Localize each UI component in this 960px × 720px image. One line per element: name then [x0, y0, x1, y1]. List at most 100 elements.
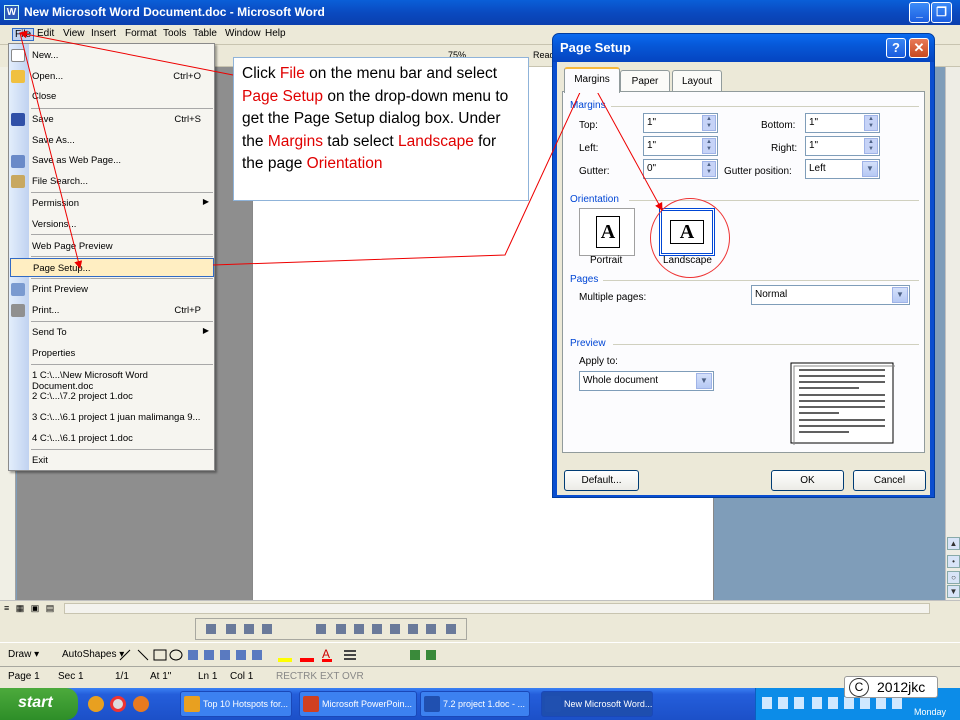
tab-layout[interactable]: Layout — [672, 70, 722, 92]
menu-table[interactable]: Table — [193, 28, 217, 39]
page-preview-icon — [790, 362, 895, 445]
apply-to-select[interactable]: Whole document ▼ — [579, 371, 714, 391]
menu-edit[interactable]: Edit — [37, 28, 54, 39]
maximize-button[interactable]: ❐ — [931, 2, 952, 23]
file-new-label: New... — [32, 50, 59, 61]
spin-arrows-icon[interactable]: ▲ ▼ — [702, 161, 716, 177]
gutter-input[interactable]: 0" ▲ ▼ — [643, 159, 718, 179]
prev-page-icon[interactable]: • — [947, 555, 960, 568]
status-rec[interactable]: REC — [276, 671, 297, 682]
file-exit-label: Exit — [32, 455, 48, 466]
save-disk-icon — [11, 113, 25, 126]
status-trk[interactable]: TRK — [297, 671, 317, 682]
autoshapes-menu[interactable]: AutoShapes ▾ — [62, 649, 124, 660]
file-send-to[interactable]: Send To ▶ — [31, 323, 211, 342]
file-close[interactable]: Close — [31, 87, 211, 106]
right-margin-input[interactable]: 1" ▲ ▼ — [805, 136, 880, 156]
hscroll-track[interactable] — [64, 603, 930, 614]
file-web-preview-label: Web Page Preview — [32, 241, 113, 252]
file-search[interactable]: File Search... — [31, 172, 211, 191]
vertical-scrollbar[interactable]: ▲ • ○ ▼ — [945, 67, 960, 600]
clock-day: Monday — [914, 707, 947, 717]
spin-arrows-icon[interactable]: ▲ ▼ — [864, 115, 878, 131]
gutter-position-select[interactable]: Left ▼ — [805, 159, 880, 179]
menu-file[interactable]: File — [12, 28, 35, 41]
menu-insert[interactable]: Insert — [91, 28, 116, 39]
file-recent-4[interactable]: 4 C:\...\6.1 project 1.doc — [31, 429, 211, 448]
left-margin-input[interactable]: 1" ▲ ▼ — [643, 136, 718, 156]
group-divider — [613, 344, 919, 345]
file-recent-1[interactable]: 1 C:\...\New Microsoft Word Document.doc — [31, 366, 211, 392]
task-firefox[interactable]: Top 10 Hotspots for... — [180, 691, 292, 717]
browse-object-icon[interactable]: ○ — [947, 571, 960, 584]
task-word-new[interactable]: New Microsoft Word... — [541, 691, 653, 717]
draw-menu[interactable]: Draw ▾ — [8, 649, 39, 660]
tab-margins[interactable]: Margins — [564, 67, 620, 93]
callout-highlight-orientation: Orientation — [306, 155, 383, 172]
scroll-up-icon[interactable]: ▲ — [947, 537, 960, 550]
file-save[interactable]: Save Ctrl+S — [31, 110, 211, 129]
file-permission[interactable]: Permission ▶ — [31, 194, 211, 213]
picture-tools-icon[interactable] — [196, 619, 466, 639]
menu-window[interactable]: Window — [225, 28, 261, 39]
file-page-setup[interactable]: Page Setup... — [10, 258, 214, 277]
file-properties-label: Properties — [32, 348, 76, 359]
view-buttons-icon[interactable]: ≡ ▦ ▣ ▤ — [4, 603, 56, 614]
spin-arrows-icon[interactable]: ▲ ▼ — [702, 115, 716, 131]
file-print-preview[interactable]: Print Preview — [31, 280, 211, 299]
portrait-option[interactable]: A — [579, 208, 635, 256]
file-open[interactable]: Open... Ctrl+O — [31, 67, 211, 86]
menu-tools[interactable]: Tools — [163, 28, 186, 39]
menu-separator — [31, 278, 213, 279]
chevron-down-icon[interactable]: ▼ — [696, 373, 712, 389]
file-recent-3[interactable]: 3 C:\...\6.1 project 1 juan malimanga 9.… — [31, 408, 211, 427]
menu-view[interactable]: View — [63, 28, 85, 39]
gutter-position-label: Gutter position: — [724, 166, 792, 177]
task-word-project[interactable]: 7.2 project 1.doc - ... — [420, 691, 530, 717]
tab-paper[interactable]: Paper — [620, 70, 670, 92]
firefox-icon[interactable] — [88, 696, 104, 712]
file-recent-label: 4 C:\...\6.1 project 1.doc — [32, 433, 133, 444]
multiple-pages-select[interactable]: Normal ▼ — [751, 285, 910, 305]
file-save-web[interactable]: Save as Web Page... — [31, 151, 211, 170]
file-web-preview[interactable]: Web Page Preview — [31, 237, 211, 256]
browser-icon[interactable] — [133, 696, 149, 712]
status-pages: 1/1 — [115, 671, 129, 682]
help-icon[interactable]: ? — [886, 38, 906, 58]
file-versions[interactable]: Versions... — [31, 215, 211, 234]
ok-button[interactable]: OK — [771, 470, 844, 491]
file-print[interactable]: Print... Ctrl+P — [31, 301, 211, 320]
menu-format[interactable]: Format — [125, 28, 157, 39]
dialog-title: Page Setup — [560, 40, 631, 55]
horizontal-scrollbar[interactable]: ≡ ▦ ▣ ▤ — [0, 600, 960, 616]
file-open-label: Open... — [32, 71, 64, 82]
file-page-setup-label: Page Setup... — [33, 263, 91, 274]
menu-separator — [31, 256, 213, 257]
file-properties[interactable]: Properties — [31, 344, 211, 363]
file-save-as[interactable]: Save As... — [31, 131, 211, 150]
close-icon[interactable]: ✕ — [909, 38, 929, 58]
drawing-tools-icon[interactable]: A — [118, 646, 448, 664]
task-powerpoint[interactable]: Microsoft PowerPoin... — [299, 691, 417, 717]
cancel-button[interactable]: Cancel — [853, 470, 926, 491]
chevron-down-icon[interactable]: ▼ — [862, 161, 878, 177]
chrome-icon[interactable] — [110, 696, 126, 712]
file-send-to-label: Send To — [32, 327, 67, 338]
menu-help[interactable]: Help — [265, 28, 286, 39]
chevron-down-icon[interactable]: ▼ — [892, 287, 908, 303]
start-button[interactable]: start — [0, 688, 78, 720]
next-page-icon[interactable]: ▼ — [947, 585, 960, 598]
bottom-margin-input[interactable]: 1" ▲ ▼ — [805, 113, 880, 133]
minimize-button[interactable]: _ — [909, 2, 930, 23]
file-print-shortcut: Ctrl+P — [174, 305, 201, 316]
status-ext[interactable]: EXT — [320, 671, 339, 682]
file-exit[interactable]: Exit — [31, 451, 211, 470]
top-margin-input[interactable]: 1" ▲ ▼ — [643, 113, 718, 133]
file-new[interactable]: New... — [31, 46, 211, 65]
spin-arrows-icon[interactable]: ▲ ▼ — [702, 138, 716, 154]
default-button[interactable]: Default... — [564, 470, 639, 491]
spin-arrows-icon[interactable]: ▲ ▼ — [864, 138, 878, 154]
status-ovr[interactable]: OVR — [342, 671, 364, 682]
file-recent-2[interactable]: 2 C:\...\7.2 project 1.doc — [31, 387, 211, 406]
margins-panel: Margins Top: 1" ▲ ▼ Bottom: 1" ▲ ▼ Left: 1" ▲… — [562, 91, 925, 453]
